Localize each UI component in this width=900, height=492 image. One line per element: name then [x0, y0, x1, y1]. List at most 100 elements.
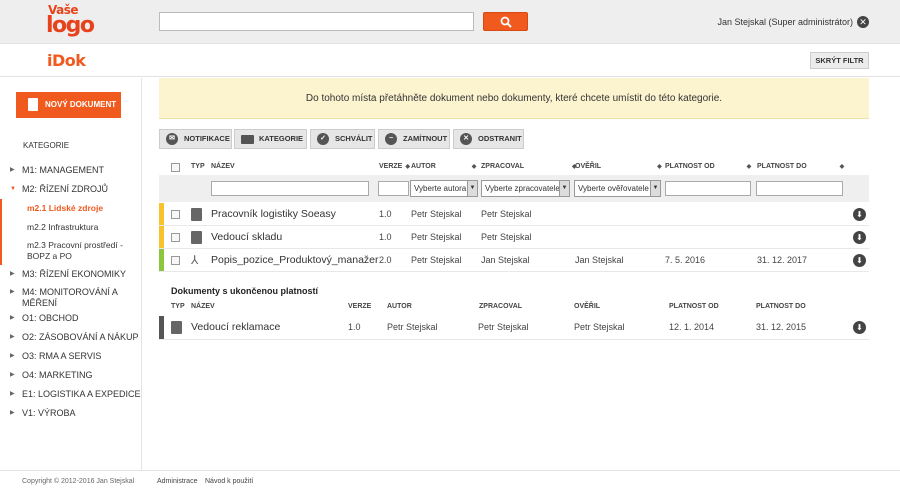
mail-icon: ✉ [166, 133, 178, 145]
col-processed: ZPRACOVAL [479, 303, 523, 310]
col-valid-from[interactable]: PLATNOST OD ◆ [665, 163, 751, 170]
filter-processed-value: Vyberte zpracovatele [485, 184, 560, 193]
search-button[interactable] [483, 12, 528, 31]
footer: Copyright © 2012-2016 Jan Stejskal Admin… [0, 470, 900, 492]
table-row[interactable]: Vedoucí skladu 1.0 Petr Stejskal Petr St… [159, 226, 869, 249]
approve-button[interactable]: ✓ SCHVÁLIT [310, 129, 375, 149]
word-document-icon [171, 321, 182, 334]
table-row[interactable]: Vedoucí reklamace 1.0 Petr Stejskal Petr… [159, 316, 869, 340]
col-processed-label: ZPRACOVAL [481, 163, 525, 170]
chevron-right-icon: ▶ [10, 334, 15, 340]
filter-author-select[interactable]: Vyberte autora ▼ [410, 180, 478, 197]
sidebar-subitem-m2-3[interactable]: m2.3 Pracovní prostředí - BOPZ a PO [2, 237, 142, 265]
status-indicator [159, 249, 164, 271]
sidebar-item-v1[interactable]: ▶ V1: VÝROBA [0, 404, 142, 423]
document-processed: Petr Stejskal [478, 322, 529, 332]
sort-icon: ◆ [746, 164, 752, 170]
sidebar-item-m4[interactable]: ▶ M4: MONITOROVÁNÍ A MĚŘENÍ [0, 284, 142, 309]
col-author: AUTOR [387, 303, 412, 310]
chevron-right-icon: ▶ [10, 353, 15, 359]
notify-button[interactable]: ✉ NOTIFIKACE [159, 129, 232, 149]
col-name[interactable]: NÁZEV [211, 163, 235, 170]
download-icon[interactable]: ⬇ [853, 208, 866, 221]
sidebar-item-o4[interactable]: ▶ O4: MARKETING [0, 366, 142, 385]
col-version[interactable]: VERZE ◆ [379, 163, 410, 170]
app-title[interactable]: iDok [47, 51, 86, 70]
col-verified: OVĚŘIL [574, 303, 601, 310]
logo-line2: logo [46, 12, 95, 38]
filter-row: Vyberte autora ▼ Vyberte zpracovatele ▼ … [159, 175, 869, 202]
chevron-down-icon: ▼ [467, 181, 477, 196]
col-name: NÁZEV [191, 303, 215, 310]
row-checkbox[interactable] [171, 256, 180, 265]
document-name[interactable]: Vedoucí reklamace [191, 316, 280, 339]
select-all-checkbox[interactable] [171, 163, 180, 172]
sort-icon: ◆ [839, 164, 845, 170]
document-version: 1.0 [379, 232, 392, 242]
col-author-label: AUTOR [411, 163, 436, 170]
filter-processed-select[interactable]: Vyberte zpracovatele ▼ [481, 180, 570, 197]
sidebar-subitem-m2-1[interactable]: m2.1 Lidské zdroje [2, 199, 142, 218]
footer-guide-link[interactable]: Návod k použití [205, 478, 253, 485]
col-author[interactable]: AUTOR ◆ [411, 163, 476, 170]
search-input[interactable] [159, 12, 474, 31]
filter-author-value: Vyberte autora [414, 184, 467, 193]
download-icon[interactable]: ⬇ [853, 321, 866, 334]
sidebar-item-e1[interactable]: ▶ E1: LOGISTIKA A EXPEDICE [0, 385, 142, 404]
table-row[interactable]: Pracovník logistiky Soeasy 1.0 Petr Stej… [159, 203, 869, 226]
filter-valid-to-input[interactable] [756, 181, 843, 196]
category-button[interactable]: KATEGORIE [234, 129, 307, 149]
col-valid-from-label: PLATNOST OD [665, 163, 715, 170]
download-icon[interactable]: ⬇ [853, 254, 866, 267]
filter-verified-select[interactable]: Vyberte ověřovatele ▼ [574, 180, 661, 197]
approve-label: SCHVÁLIT [335, 134, 373, 143]
col-verified[interactable]: OVĚŘIL ◆ [575, 163, 662, 170]
table-row[interactable]: ⅄ Popis_pozice_Produktový_manažer 2.0 Pe… [159, 249, 869, 272]
sidebar-subitem-m2-2[interactable]: m2.2 Infrastruktura [2, 218, 142, 237]
filter-version-input[interactable] [378, 181, 409, 196]
filter-name-input[interactable] [211, 181, 369, 196]
filter-verified-value: Vyberte ověřovatele [578, 184, 649, 193]
document-verified: Petr Stejskal [574, 322, 625, 332]
category-list: ▶ M1: MANAGEMENT ▼ M2: ŘÍZENÍ ZDROJŮ m2.… [0, 161, 142, 423]
drop-zone[interactable]: Do tohoto místa přetáhněte dokument nebo… [159, 78, 869, 119]
sidebar-item-label: O3: RMA A SERVIS [22, 351, 102, 361]
hide-filter-button[interactable]: SKRÝT FILTR [810, 52, 869, 69]
row-checkbox[interactable] [171, 233, 180, 242]
footer-admin-link[interactable]: Administrace [157, 478, 197, 485]
remove-label: ODSTRANIT [478, 134, 522, 143]
row-checkbox[interactable] [171, 210, 180, 219]
sidebar-item-o3[interactable]: ▶ O3: RMA A SERVIS [0, 347, 142, 366]
sort-icon: ◆ [405, 164, 410, 170]
sidebar-item-m2[interactable]: ▼ M2: ŘÍZENÍ ZDROJŮ [0, 180, 142, 199]
download-icon[interactable]: ⬇ [853, 231, 866, 244]
document-version: 1.0 [379, 209, 392, 219]
filter-valid-from-input[interactable] [665, 181, 751, 196]
sidebar-item-o1[interactable]: ▶ O1: OBCHOD [0, 309, 142, 328]
remove-button[interactable]: ✕ ODSTRANIT [453, 129, 524, 149]
document-name[interactable]: Vedoucí skladu [211, 226, 282, 249]
current-user[interactable]: Jan Stejskal (Super administrátor) [717, 17, 853, 27]
sidebar-subgroup-m2: m2.1 Lidské zdroje m2.2 Infrastruktura m… [0, 199, 142, 265]
company-logo[interactable]: Vaše logo [46, 4, 95, 38]
col-processed[interactable]: ZPRACOVAL ◆ [481, 163, 577, 170]
top-header: Vaše logo Jan Stejskal (Super administrá… [0, 0, 900, 44]
sidebar-item-m3[interactable]: ▶ M3: ŘÍZENÍ EKONOMIKY [0, 265, 142, 284]
new-document-button[interactable]: NOVÝ DOKUMENT [16, 92, 121, 118]
document-name[interactable]: Pracovník logistiky Soeasy [211, 203, 336, 226]
sidebar-item-label: O1: OBCHOD [22, 313, 79, 323]
logout-icon[interactable]: ✕ [857, 16, 869, 28]
col-valid-to[interactable]: PLATNOST DO ◆ [757, 163, 844, 170]
minus-icon: − [385, 133, 397, 145]
document-processed: Jan Stejskal [481, 255, 530, 265]
col-valid-to: PLATNOST DO [756, 303, 806, 310]
chevron-right-icon: ▶ [10, 271, 15, 277]
document-name[interactable]: Popis_pozice_Produktový_manažer [211, 249, 379, 272]
category-label: KATEGORIE [259, 134, 304, 143]
sidebar-item-o2[interactable]: ▶ O2: ZÁSOBOVÁNÍ A NÁKUP [0, 328, 142, 347]
chevron-right-icon: ▶ [10, 167, 15, 173]
sidebar-item-m1[interactable]: ▶ M1: MANAGEMENT [0, 161, 142, 180]
document-version: 1.0 [348, 322, 361, 332]
new-document-label: NOVÝ DOKUMENT [45, 100, 117, 109]
reject-button[interactable]: − ZAMÍTNOUT [378, 129, 450, 149]
